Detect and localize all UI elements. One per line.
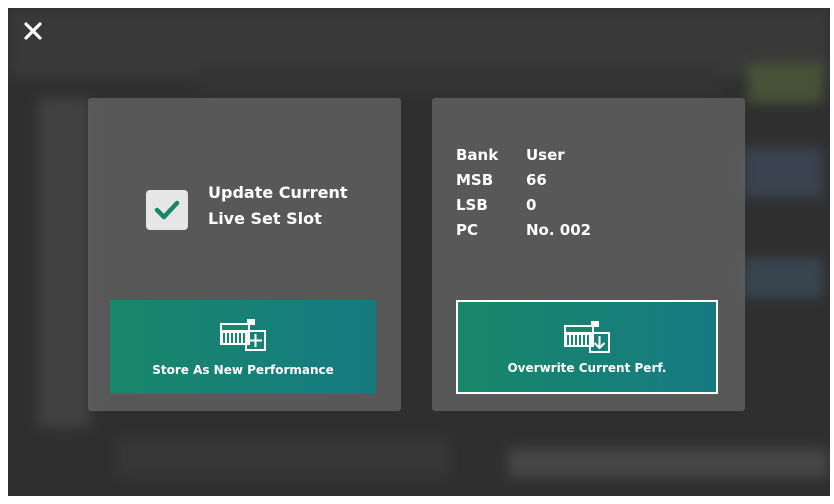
update-live-set-checkbox[interactable] xyxy=(146,190,188,230)
update-live-set-label[interactable]: Update Current Live Set Slot xyxy=(208,180,388,232)
store-dialog-screen: Update Current Live Set Slot Store As Ne… xyxy=(8,8,830,496)
overwrite-current-perf-button[interactable]: Overwrite Current Perf. xyxy=(456,300,718,394)
overwrite-panel: Bank User MSB 66 LSB 0 PC No. 002 Overwr… xyxy=(432,98,745,411)
check-icon xyxy=(154,200,180,220)
store-new-icon xyxy=(220,319,266,351)
performance-info: Bank User MSB 66 LSB 0 PC No. 002 xyxy=(456,146,591,246)
info-row-msb: MSB 66 xyxy=(456,171,547,189)
close-icon[interactable] xyxy=(22,20,44,42)
info-row-pc: PC No. 002 xyxy=(456,221,592,239)
overwrite-icon xyxy=(564,321,610,353)
store-new-panel: Update Current Live Set Slot Store As Ne… xyxy=(88,98,401,411)
store-as-new-performance-button[interactable]: Store As New Performance xyxy=(110,300,376,394)
info-row-bank: Bank User xyxy=(456,146,565,164)
info-row-lsb: LSB 0 xyxy=(456,196,537,214)
